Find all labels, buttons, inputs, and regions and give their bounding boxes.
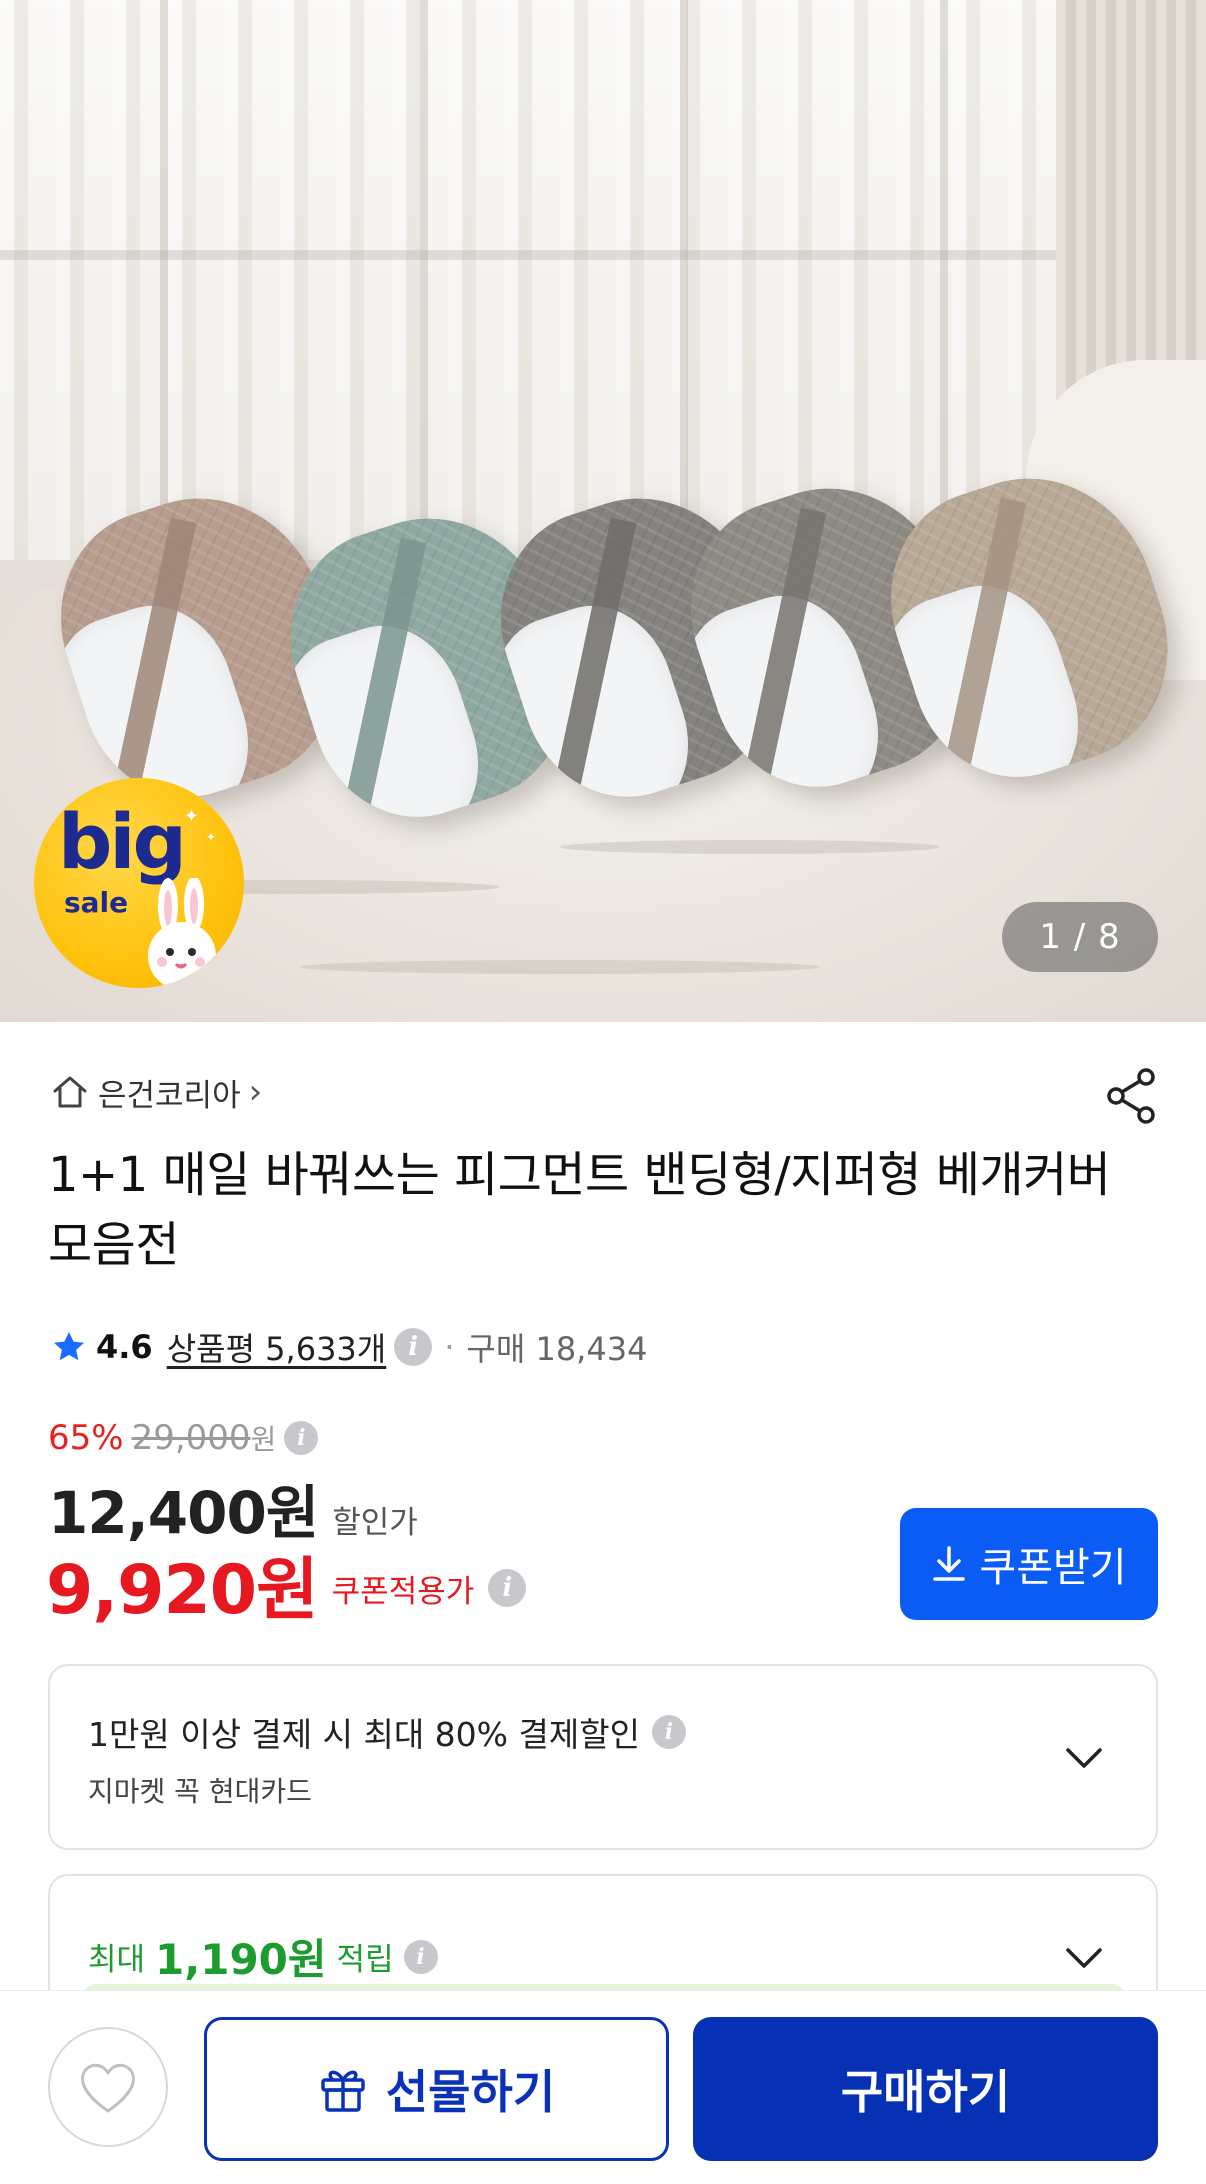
coupon-price-label: 쿠폰적용가	[331, 1573, 475, 1610]
store-name: 은건코리아	[98, 1077, 241, 1114]
original-price-unit: 원	[250, 1423, 277, 1456]
store-link[interactable]: 은건코리아 ›	[50, 1066, 262, 1118]
rating-row: 4.6 상품평 5,633개 i · 구매 18,434	[50, 1322, 647, 1372]
rating-score: 4.6	[96, 1328, 153, 1366]
wishlist-button[interactable]	[48, 2027, 168, 2147]
review-count-link[interactable]: 상품평 5,633개	[167, 1324, 387, 1370]
original-price: 29,000	[131, 1418, 251, 1458]
heart-icon	[81, 2063, 135, 2113]
points-suffix: 적립	[336, 1942, 394, 1978]
big-sale-sale-text: sale	[64, 886, 129, 919]
chevron-down-icon[interactable]	[1062, 1736, 1106, 1780]
price-info-icon[interactable]: i	[284, 1421, 319, 1455]
sale-price-label: 할인가	[332, 1505, 418, 1541]
purchase-count: 구매 18,434	[466, 1330, 648, 1368]
payment-discount-title: 1만원 이상 결제 시 최대 80% 결제할인	[88, 1715, 640, 1754]
store-chevron: ›	[248, 1072, 263, 1112]
discount-percent: 65%	[48, 1418, 124, 1458]
share-button[interactable]	[1102, 1066, 1162, 1126]
image-counter: 1 / 8	[1002, 902, 1158, 972]
points-title-row: 최대 1,190원 적립 i	[88, 1926, 438, 1987]
chevron-down-icon[interactable]	[1062, 1936, 1106, 1980]
points-prefix: 최대	[88, 1942, 146, 1978]
coupon-info-icon[interactable]: i	[488, 1569, 527, 1607]
buy-button[interactable]: 구매하기	[693, 2017, 1158, 2161]
coupon-price: 9,920원	[46, 1550, 319, 1630]
payment-discount-subtitle: 지마켓 꼭 현대카드	[88, 1775, 312, 1808]
payment-info-icon[interactable]: i	[651, 1715, 686, 1749]
coupon-price-row: 9,920원 쿠폰적용가 i	[46, 1538, 527, 1630]
big-sale-big-text: big	[58, 797, 187, 886]
get-coupon-label: 쿠폰받기	[979, 1546, 1127, 1590]
get-coupon-button[interactable]: 쿠폰받기	[900, 1508, 1158, 1620]
bottom-action-bar: 선물하기 구매하기	[0, 1990, 1206, 2184]
payment-discount-title-row: 1만원 이상 결제 시 최대 80% 결제할인 i	[88, 1708, 686, 1756]
sale-price-row: 12,400원 할인가	[48, 1466, 418, 1547]
product-image-carousel[interactable]: ✦ ✦ big sale 1 / 8	[0, 0, 1206, 1022]
big-sale-badge: ✦ ✦ big sale	[34, 778, 244, 988]
buy-button-label: 구매하기	[840, 2066, 1011, 2118]
home-icon	[53, 1076, 87, 1108]
points-info-icon[interactable]: i	[403, 1939, 438, 1974]
product-title: 1+1 매일 바꿔쓰는 피그먼트 밴딩형/지퍼형 베개커버 모음전	[48, 1147, 1111, 1273]
original-price-row: 65% 29,000 원 i	[48, 1414, 319, 1462]
gift-button[interactable]: 선물하기	[204, 2017, 669, 2161]
star-icon	[53, 1331, 85, 1361]
rating-separator: ·	[444, 1328, 455, 1366]
download-icon	[933, 1546, 966, 1581]
review-info-icon[interactable]: i	[394, 1328, 433, 1366]
share-icon	[1107, 1068, 1155, 1124]
points-amount: 1,190원	[155, 1935, 327, 1984]
gift-button-label: 선물하기	[385, 2066, 556, 2118]
gift-icon	[321, 2070, 365, 2112]
bunny-icon	[148, 878, 216, 988]
payment-discount-card[interactable]: 1만원 이상 결제 시 최대 80% 결제할인 i 지마켓 꼭 현대카드	[48, 1664, 1158, 1850]
